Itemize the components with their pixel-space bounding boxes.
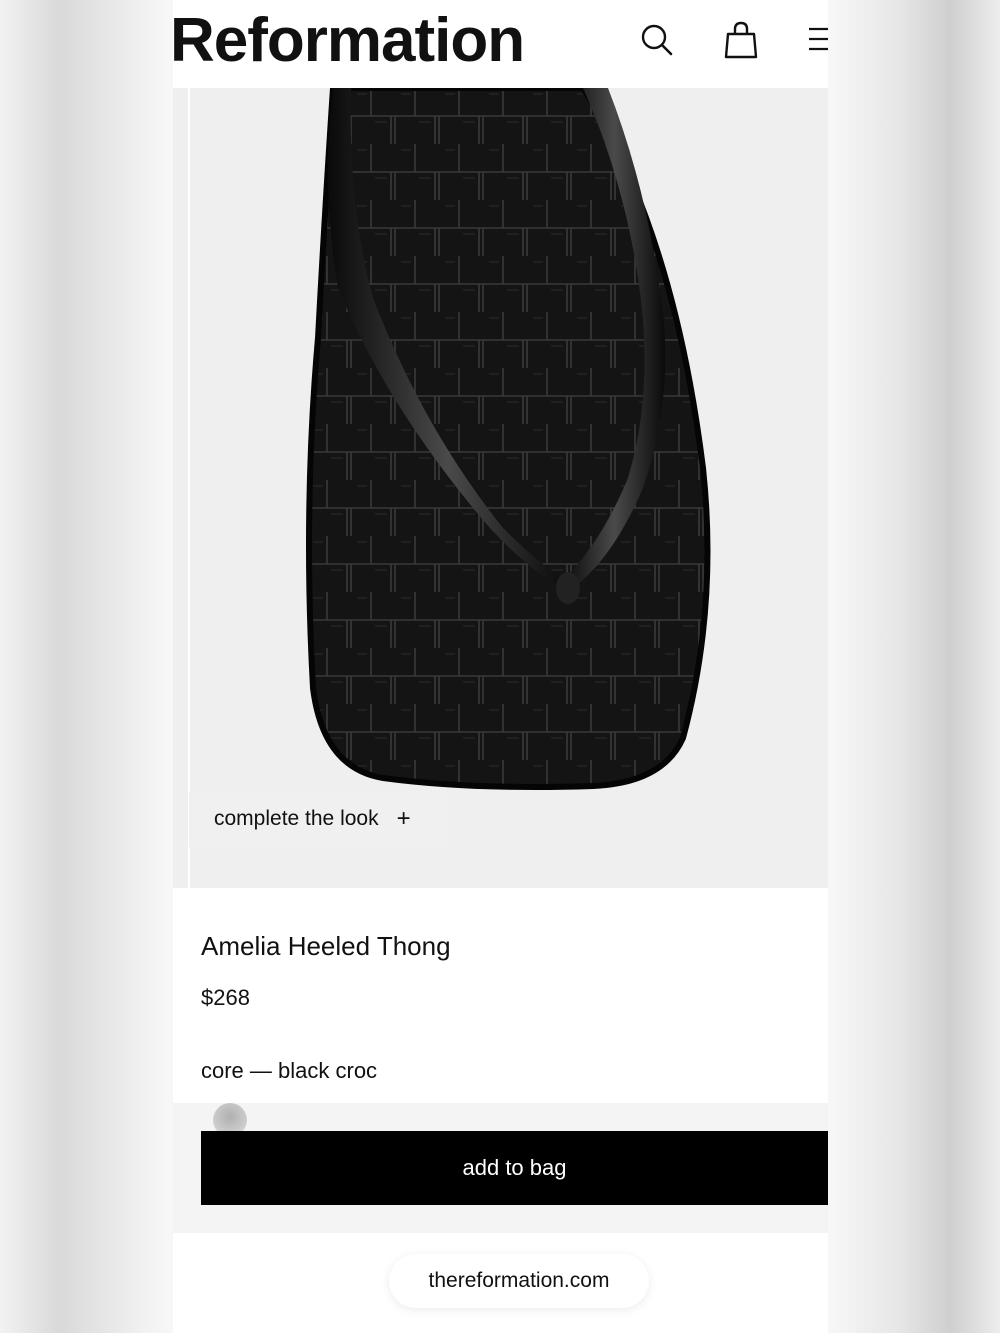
color-variant-label: core — black croc bbox=[201, 1058, 378, 1083]
complete-the-look-label: complete the look bbox=[214, 807, 379, 830]
product-info: Amelia Heeled Thong $268 core — black cr… bbox=[173, 888, 828, 1103]
sandal-image bbox=[306, 88, 711, 790]
menu-icon[interactable] bbox=[807, 20, 828, 60]
search-icon[interactable] bbox=[639, 20, 675, 60]
shopping-bag-icon[interactable] bbox=[723, 20, 759, 60]
plus-icon: + bbox=[396, 805, 411, 832]
brand-logo[interactable]: Reformation bbox=[173, 4, 525, 78]
product-name: Amelia Heeled Thong bbox=[201, 931, 451, 961]
product-page: Reformation complete the look + Amelia H… bbox=[173, 0, 828, 1333]
browser-url-bar: thereformation.com bbox=[173, 1233, 828, 1333]
complete-the-look-button[interactable]: complete the look + bbox=[189, 791, 449, 847]
url-field[interactable]: thereformation.com bbox=[389, 1254, 649, 1308]
product-image[interactable]: complete the look + bbox=[173, 88, 828, 888]
image-divider bbox=[188, 88, 190, 888]
site-header: Reformation bbox=[173, 0, 828, 88]
add-to-bag-button[interactable]: add to bag bbox=[201, 1131, 828, 1205]
add-to-bag-bar: add to bag bbox=[173, 1103, 828, 1233]
product-price: $268 bbox=[201, 985, 250, 1010]
